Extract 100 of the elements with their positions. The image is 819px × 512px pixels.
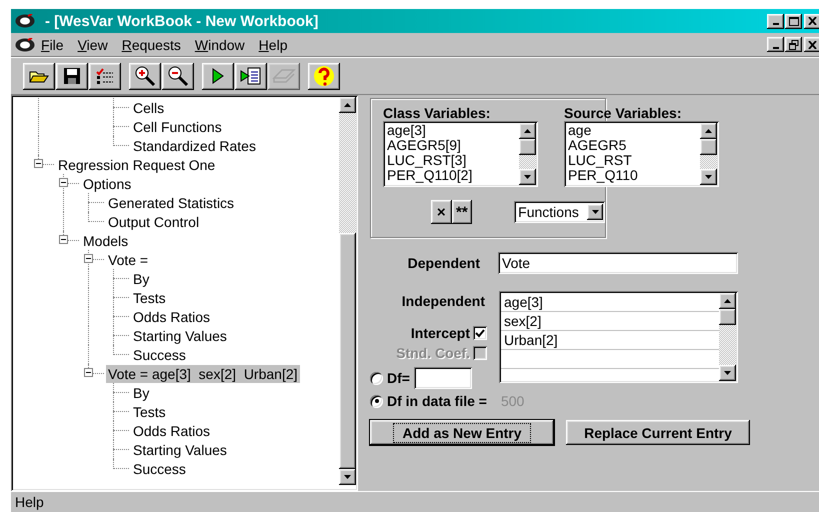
scrollbar[interactable] bbox=[700, 123, 717, 185]
app-logo-icon bbox=[15, 38, 35, 52]
collapse-toggle[interactable] bbox=[59, 235, 68, 244]
document-arrow-icon bbox=[240, 66, 262, 86]
radio-button[interactable] bbox=[370, 372, 383, 384]
variable-list[interactable]: age AGEGR5 LUC_RST PER_Q110 bbox=[564, 121, 719, 187]
list-label: Class Variables: bbox=[383, 105, 492, 121]
tree-item[interactable]: Vote = age[3] sex[2] Urban[2] bbox=[106, 364, 300, 382]
action-button[interactable]: Replace Current Entry bbox=[566, 420, 750, 445]
tree-item[interactable]: Regression Request One bbox=[56, 156, 218, 174]
minus-icon bbox=[86, 258, 91, 259]
up-arrow-icon bbox=[705, 129, 712, 133]
tree-item[interactable]: Success bbox=[131, 460, 188, 478]
scrollbar[interactable] bbox=[519, 123, 536, 185]
tree-item[interactable]: Vote = bbox=[106, 250, 150, 268]
scrollbar[interactable] bbox=[719, 293, 736, 381]
checkbox-label: Stnd. Coef. bbox=[396, 345, 470, 361]
toolbar-button[interactable] bbox=[56, 62, 88, 90]
list-item[interactable]: LUC_RST bbox=[568, 153, 700, 168]
minimize-icon bbox=[772, 46, 778, 48]
tree-item[interactable]: Odds Ratios bbox=[131, 422, 212, 440]
menu-item[interactable]: View bbox=[78, 36, 108, 52]
menu-item[interactable]: Help bbox=[258, 36, 288, 52]
collapse-toggle[interactable] bbox=[59, 178, 68, 187]
minus-icon bbox=[61, 182, 66, 183]
list-item[interactable]: age[3] bbox=[501, 293, 719, 312]
toolbar-button[interactable] bbox=[202, 62, 234, 90]
tree-item[interactable]: Success bbox=[131, 346, 188, 364]
tree-item[interactable]: Cell Functions bbox=[131, 118, 224, 136]
scrollbar[interactable] bbox=[339, 97, 356, 485]
zoom-out-icon bbox=[167, 65, 189, 87]
list-item[interactable]: age bbox=[568, 123, 700, 138]
collapse-toggle[interactable] bbox=[34, 159, 43, 168]
checklist-icon bbox=[95, 67, 115, 85]
book-icon bbox=[272, 68, 296, 84]
list-item[interactable]: AGEGR5 bbox=[568, 138, 700, 153]
list-item[interactable]: PER_Q110 bbox=[568, 168, 700, 183]
list-item[interactable]: Urban[2] bbox=[501, 331, 719, 350]
scroll-thumb[interactable] bbox=[719, 309, 736, 325]
toolbar-button[interactable] bbox=[308, 62, 340, 90]
action-button[interactable]: Add as New Entry bbox=[370, 420, 554, 445]
functions-dropdown[interactable]: Functions bbox=[514, 201, 606, 223]
menu-item[interactable]: Requests bbox=[122, 36, 181, 52]
minus-icon bbox=[61, 239, 66, 240]
operator-button[interactable]: ** bbox=[452, 200, 472, 224]
tree-item[interactable]: Starting Values bbox=[131, 440, 229, 458]
tree-item[interactable]: Odds Ratios bbox=[131, 308, 212, 326]
toolbar-button[interactable] bbox=[235, 62, 267, 90]
zoom-in-icon bbox=[134, 65, 156, 87]
list-item[interactable]: age[3] bbox=[387, 123, 519, 138]
restore-icon bbox=[788, 40, 798, 50]
tree-item[interactable]: Cells bbox=[131, 98, 166, 116]
menu-item[interactable]: File bbox=[41, 36, 64, 52]
down-arrow-icon bbox=[344, 475, 351, 479]
tree-item[interactable]: Options bbox=[81, 174, 134, 192]
dependent-field[interactable]: Vote bbox=[498, 252, 738, 274]
minimize-button[interactable] bbox=[767, 37, 784, 52]
operator-button[interactable]: × bbox=[431, 200, 452, 224]
status-bar: Help bbox=[11, 491, 819, 512]
list-item[interactable]: AGEGR5[9] bbox=[387, 138, 519, 153]
df-field[interactable] bbox=[414, 367, 472, 389]
close-icon bbox=[808, 17, 817, 25]
tree-item[interactable]: Tests bbox=[131, 402, 168, 420]
tree-item[interactable]: Output Control bbox=[106, 212, 202, 230]
toolbar-button[interactable] bbox=[129, 62, 161, 90]
list-item[interactable]: sex[2] bbox=[501, 312, 719, 331]
tree-item[interactable]: By bbox=[131, 270, 152, 288]
scroll-thumb[interactable] bbox=[339, 233, 356, 469]
toolbar-button[interactable] bbox=[23, 62, 55, 90]
up-arrow-icon bbox=[524, 129, 531, 133]
scroll-thumb[interactable] bbox=[519, 139, 536, 155]
menu-item[interactable]: Window bbox=[194, 36, 245, 52]
collapse-toggle[interactable] bbox=[84, 254, 93, 263]
tree-item[interactable]: Starting Values bbox=[131, 326, 229, 344]
close-button[interactable] bbox=[804, 14, 819, 28]
up-arrow-icon bbox=[344, 103, 351, 107]
radio-label: Df= bbox=[387, 370, 410, 386]
field-label: Dependent bbox=[408, 255, 480, 271]
radio-label: Df in data file = bbox=[387, 393, 487, 409]
tree-item[interactable]: Standardized Rates bbox=[131, 136, 258, 154]
list-item[interactable]: LUC_RST[3] bbox=[387, 153, 519, 168]
toolbar-button[interactable] bbox=[162, 62, 194, 90]
minimize-button[interactable] bbox=[767, 14, 784, 28]
list-label: Source Variables: bbox=[564, 105, 683, 121]
independent-list[interactable]: age[3] sex[2] Urban[2] bbox=[499, 291, 738, 383]
close-icon bbox=[808, 40, 817, 48]
scroll-thumb[interactable] bbox=[700, 139, 717, 155]
minimize-icon bbox=[772, 23, 778, 25]
restore-button[interactable] bbox=[785, 37, 802, 52]
tree-item[interactable]: Models bbox=[81, 232, 130, 250]
tree-item[interactable]: Generated Statistics bbox=[106, 194, 236, 212]
maximize-button[interactable] bbox=[785, 14, 802, 28]
list-item[interactable]: PER_Q110[2] bbox=[387, 168, 519, 183]
collapse-toggle[interactable] bbox=[84, 368, 93, 377]
variable-list[interactable]: age[3] AGEGR5[9] LUC_RST[3] PER_Q110[2] bbox=[383, 121, 538, 187]
close-button[interactable] bbox=[804, 37, 819, 52]
tree-item[interactable]: Tests bbox=[131, 288, 168, 306]
checkbox[interactable] bbox=[473, 326, 487, 340]
tree-item[interactable]: By bbox=[131, 384, 152, 402]
toolbar-button[interactable] bbox=[89, 62, 121, 90]
